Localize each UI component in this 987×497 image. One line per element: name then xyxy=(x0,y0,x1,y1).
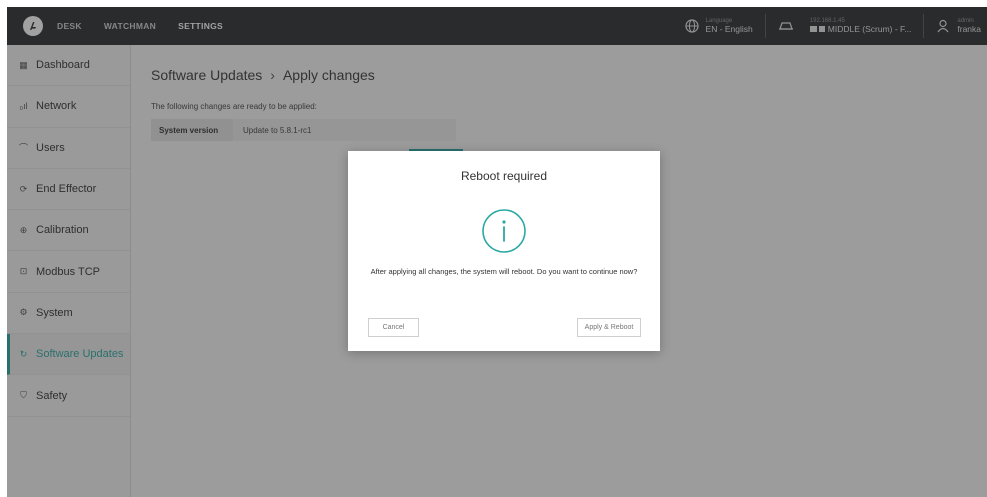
reboot-dialog: Reboot required After applying all chang… xyxy=(348,151,660,351)
dialog-message: After applying all changes, the system w… xyxy=(370,267,638,276)
app-frame: DESK WATCHMAN SETTINGS Language EN - Eng… xyxy=(7,7,987,497)
info-icon xyxy=(482,209,526,253)
apply-reboot-button[interactable]: Apply & Reboot xyxy=(577,318,641,337)
cancel-button[interactable]: Cancel xyxy=(368,318,419,337)
dialog-title: Reboot required xyxy=(460,169,548,183)
